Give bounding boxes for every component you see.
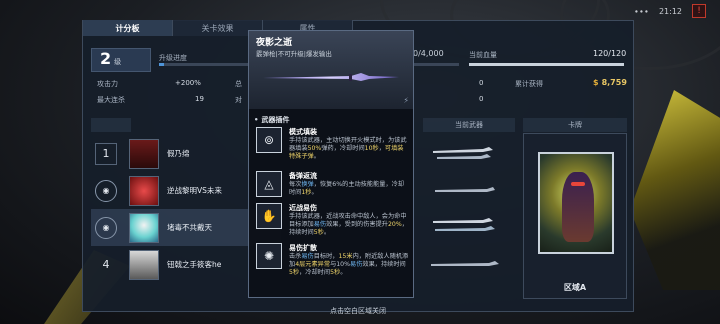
expand-icon: ⚡ [403,96,409,105]
attack-value: +200% [175,79,201,87]
weapon-icon [435,187,495,192]
time-text: 21:12 [658,6,682,16]
max-streak-label: 最大连杀 [97,96,125,104]
gold-icon: $ [593,78,599,87]
avatar [129,175,159,206]
level-unit: 级 [114,58,122,66]
rank-number: 1 [95,142,117,165]
weapon-icon [433,147,493,159]
perk-title: 近战易伤 [289,204,317,212]
status-bar: ∙∙∙ 21:12 ! [634,4,706,18]
mid-value-1: 0 [479,79,484,87]
xp-text: 0/4,000 [413,49,444,58]
rank-header [91,118,131,132]
rank-number: 4 [102,258,110,271]
tab-scoreboard[interactable]: 计分板 [83,20,173,36]
card-header: 卡牌 [523,118,627,132]
triangle-icon: ◬ [256,171,282,197]
total-label: 总 [235,80,242,88]
ring-icon: ⊚ [256,127,282,153]
medal-icon: ◉ [95,216,117,239]
burst-icon: ✺ [256,243,282,269]
weapon-header: 当前武器 [423,118,515,132]
plugin-section-title: • 武器插件 [254,116,290,124]
zone-label: 区域A [563,283,587,292]
perk-desc: 手持该武器，近战攻击命中敌人，会为命中目标添加易伤效果，受到的伤害提升20%，持… [289,213,408,237]
player-name: 假乃绵 [167,149,190,158]
popup-header: 夜影之逝 霰弹枪|不可升级|爆发输出 ⚡ [249,31,413,109]
player-name: 逆战黎明VS未来 [167,186,222,195]
weapon-detail-popup[interactable]: 夜影之逝 霰弹枪|不可升级|爆发输出 ⚡ • 武器插件 ⊚ 模式填装 手持该武器，… [248,30,414,298]
upgrade-label: 升级进度 [159,54,187,62]
avatar [129,249,159,280]
weapon-icon [431,261,499,266]
avatar [129,138,159,169]
hp-bar [469,63,624,66]
player-name: 堵毒不共戴天 [167,223,212,232]
player-name: 钮戟之手筱客he [167,260,222,269]
upgrade-progress-fill [159,63,164,66]
weapon-subtitle: 霰弹枪|不可升级|爆发输出 [256,50,332,58]
card-panel[interactable]: 区域A [523,133,627,299]
perk-desc: 手持该武器，主动切换开火模式时，为该武器填装50%弹药，冷却时间10秒，可填装特… [289,137,407,161]
attack-label: 攻击力 [97,80,118,88]
upgrade-progress-bar [159,63,254,66]
perk-title: 模式填装 [289,128,317,136]
perk-title: 易伤扩散 [289,244,317,252]
level-badge: 2 级 [91,48,151,72]
avatar [129,212,159,243]
hp-value: 120/120 [593,49,627,58]
vs-label: 对 [235,96,242,104]
max-streak-value: 19 [195,95,204,103]
weapon-name: 夜影之逝 [256,38,293,48]
hand-icon: ✋ [256,203,282,229]
weapon-icon [433,218,495,231]
perk-desc: 击杀易伤目标时，15米内，附近敌人随机添加4层元素异常与10%易伤效果，持续时间… [289,253,409,277]
card-art [538,152,614,254]
level-number: 2 [100,49,112,68]
perk-desc: 每次换弹，恢复6%的主动技能能量，冷却时间1秒。 [289,181,405,197]
warning-icon[interactable]: ! [692,4,706,18]
card-eye [571,182,585,186]
medal-icon: ◉ [95,179,117,202]
perk-title: 备弹返流 [289,172,317,180]
gold-value: $8,759 [593,78,627,87]
earned-label: 累计获得 [515,80,543,88]
hp-label: 当前血量 [469,51,497,59]
signal-icon: ∙∙∙ [633,6,649,16]
close-hint[interactable]: 点击空白区域关闭 [82,306,634,316]
mid-value-2: 0 [479,95,484,103]
gold-amount: 8,759 [601,78,627,87]
weapon-preview-icon [263,73,399,81]
